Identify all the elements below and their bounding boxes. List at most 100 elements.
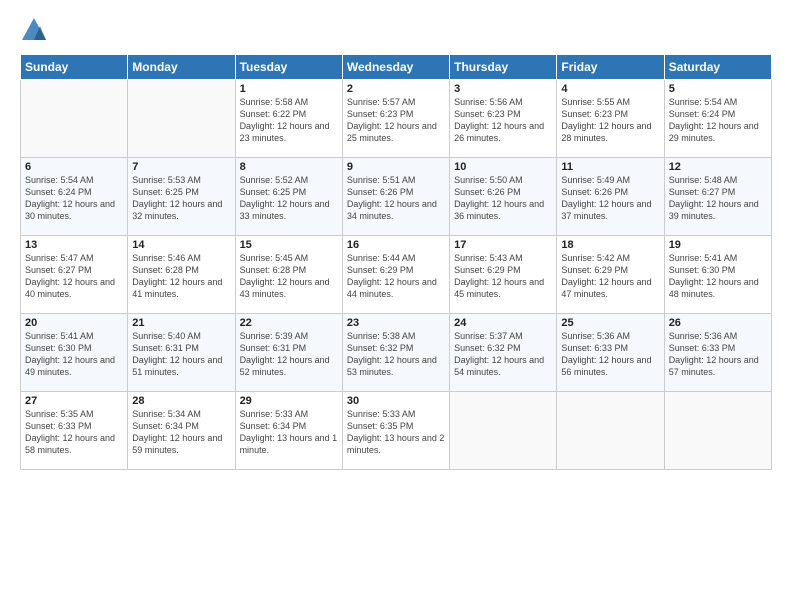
day-number: 7	[132, 161, 230, 173]
weekday-header: Monday	[128, 55, 235, 80]
calendar-cell: 25Sunrise: 5:36 AMSunset: 6:33 PMDayligh…	[557, 314, 664, 392]
day-number: 9	[347, 161, 445, 173]
weekday-header: Sunday	[21, 55, 128, 80]
day-number: 4	[561, 83, 659, 95]
calendar-cell: 12Sunrise: 5:48 AMSunset: 6:27 PMDayligh…	[664, 158, 771, 236]
calendar-header-row: SundayMondayTuesdayWednesdayThursdayFrid…	[21, 55, 772, 80]
calendar-cell: 23Sunrise: 5:38 AMSunset: 6:32 PMDayligh…	[342, 314, 449, 392]
day-number: 1	[240, 83, 338, 95]
day-number: 3	[454, 83, 552, 95]
calendar-cell: 5Sunrise: 5:54 AMSunset: 6:24 PMDaylight…	[664, 80, 771, 158]
day-number: 26	[669, 317, 767, 329]
day-info: Sunrise: 5:57 AMSunset: 6:23 PMDaylight:…	[347, 96, 445, 145]
calendar-cell: 3Sunrise: 5:56 AMSunset: 6:23 PMDaylight…	[450, 80, 557, 158]
day-info: Sunrise: 5:51 AMSunset: 6:26 PMDaylight:…	[347, 174, 445, 223]
day-info: Sunrise: 5:34 AMSunset: 6:34 PMDaylight:…	[132, 408, 230, 457]
day-number: 24	[454, 317, 552, 329]
calendar-cell: 9Sunrise: 5:51 AMSunset: 6:26 PMDaylight…	[342, 158, 449, 236]
day-number: 23	[347, 317, 445, 329]
calendar-cell: 28Sunrise: 5:34 AMSunset: 6:34 PMDayligh…	[128, 392, 235, 470]
logo-icon	[20, 16, 48, 44]
calendar-cell: 29Sunrise: 5:33 AMSunset: 6:34 PMDayligh…	[235, 392, 342, 470]
day-info: Sunrise: 5:53 AMSunset: 6:25 PMDaylight:…	[132, 174, 230, 223]
day-number: 5	[669, 83, 767, 95]
calendar-cell: 14Sunrise: 5:46 AMSunset: 6:28 PMDayligh…	[128, 236, 235, 314]
day-info: Sunrise: 5:49 AMSunset: 6:26 PMDaylight:…	[561, 174, 659, 223]
weekday-header: Saturday	[664, 55, 771, 80]
calendar-cell: 6Sunrise: 5:54 AMSunset: 6:24 PMDaylight…	[21, 158, 128, 236]
calendar-week-row: 20Sunrise: 5:41 AMSunset: 6:30 PMDayligh…	[21, 314, 772, 392]
day-number: 2	[347, 83, 445, 95]
calendar-cell: 26Sunrise: 5:36 AMSunset: 6:33 PMDayligh…	[664, 314, 771, 392]
day-info: Sunrise: 5:54 AMSunset: 6:24 PMDaylight:…	[669, 96, 767, 145]
calendar-cell: 18Sunrise: 5:42 AMSunset: 6:29 PMDayligh…	[557, 236, 664, 314]
day-number: 13	[25, 239, 123, 251]
day-number: 20	[25, 317, 123, 329]
calendar-cell	[128, 80, 235, 158]
calendar-cell: 27Sunrise: 5:35 AMSunset: 6:33 PMDayligh…	[21, 392, 128, 470]
day-number: 10	[454, 161, 552, 173]
day-info: Sunrise: 5:46 AMSunset: 6:28 PMDaylight:…	[132, 252, 230, 301]
calendar-cell: 13Sunrise: 5:47 AMSunset: 6:27 PMDayligh…	[21, 236, 128, 314]
day-info: Sunrise: 5:44 AMSunset: 6:29 PMDaylight:…	[347, 252, 445, 301]
weekday-header: Thursday	[450, 55, 557, 80]
day-info: Sunrise: 5:47 AMSunset: 6:27 PMDaylight:…	[25, 252, 123, 301]
day-info: Sunrise: 5:45 AMSunset: 6:28 PMDaylight:…	[240, 252, 338, 301]
calendar-cell: 10Sunrise: 5:50 AMSunset: 6:26 PMDayligh…	[450, 158, 557, 236]
day-info: Sunrise: 5:36 AMSunset: 6:33 PMDaylight:…	[561, 330, 659, 379]
day-info: Sunrise: 5:39 AMSunset: 6:31 PMDaylight:…	[240, 330, 338, 379]
day-info: Sunrise: 5:33 AMSunset: 6:35 PMDaylight:…	[347, 408, 445, 457]
calendar-cell: 19Sunrise: 5:41 AMSunset: 6:30 PMDayligh…	[664, 236, 771, 314]
day-info: Sunrise: 5:50 AMSunset: 6:26 PMDaylight:…	[454, 174, 552, 223]
day-info: Sunrise: 5:43 AMSunset: 6:29 PMDaylight:…	[454, 252, 552, 301]
day-number: 14	[132, 239, 230, 251]
calendar-cell: 4Sunrise: 5:55 AMSunset: 6:23 PMDaylight…	[557, 80, 664, 158]
calendar-cell: 11Sunrise: 5:49 AMSunset: 6:26 PMDayligh…	[557, 158, 664, 236]
calendar-cell: 8Sunrise: 5:52 AMSunset: 6:25 PMDaylight…	[235, 158, 342, 236]
day-info: Sunrise: 5:33 AMSunset: 6:34 PMDaylight:…	[240, 408, 338, 457]
calendar-cell: 7Sunrise: 5:53 AMSunset: 6:25 PMDaylight…	[128, 158, 235, 236]
day-number: 16	[347, 239, 445, 251]
weekday-header: Tuesday	[235, 55, 342, 80]
calendar-cell	[664, 392, 771, 470]
weekday-header: Wednesday	[342, 55, 449, 80]
day-number: 6	[25, 161, 123, 173]
calendar-week-row: 27Sunrise: 5:35 AMSunset: 6:33 PMDayligh…	[21, 392, 772, 470]
day-info: Sunrise: 5:41 AMSunset: 6:30 PMDaylight:…	[669, 252, 767, 301]
calendar-cell: 20Sunrise: 5:41 AMSunset: 6:30 PMDayligh…	[21, 314, 128, 392]
page: SundayMondayTuesdayWednesdayThursdayFrid…	[0, 0, 792, 612]
calendar-week-row: 6Sunrise: 5:54 AMSunset: 6:24 PMDaylight…	[21, 158, 772, 236]
day-info: Sunrise: 5:41 AMSunset: 6:30 PMDaylight:…	[25, 330, 123, 379]
day-number: 11	[561, 161, 659, 173]
day-info: Sunrise: 5:54 AMSunset: 6:24 PMDaylight:…	[25, 174, 123, 223]
day-number: 18	[561, 239, 659, 251]
calendar-cell: 2Sunrise: 5:57 AMSunset: 6:23 PMDaylight…	[342, 80, 449, 158]
day-info: Sunrise: 5:40 AMSunset: 6:31 PMDaylight:…	[132, 330, 230, 379]
day-number: 8	[240, 161, 338, 173]
calendar-cell	[21, 80, 128, 158]
calendar-cell: 30Sunrise: 5:33 AMSunset: 6:35 PMDayligh…	[342, 392, 449, 470]
day-info: Sunrise: 5:58 AMSunset: 6:22 PMDaylight:…	[240, 96, 338, 145]
calendar-cell: 16Sunrise: 5:44 AMSunset: 6:29 PMDayligh…	[342, 236, 449, 314]
calendar-cell: 15Sunrise: 5:45 AMSunset: 6:28 PMDayligh…	[235, 236, 342, 314]
calendar-cell: 1Sunrise: 5:58 AMSunset: 6:22 PMDaylight…	[235, 80, 342, 158]
day-info: Sunrise: 5:55 AMSunset: 6:23 PMDaylight:…	[561, 96, 659, 145]
calendar-cell	[450, 392, 557, 470]
day-info: Sunrise: 5:48 AMSunset: 6:27 PMDaylight:…	[669, 174, 767, 223]
logo	[20, 16, 52, 44]
calendar-week-row: 1Sunrise: 5:58 AMSunset: 6:22 PMDaylight…	[21, 80, 772, 158]
calendar-week-row: 13Sunrise: 5:47 AMSunset: 6:27 PMDayligh…	[21, 236, 772, 314]
day-info: Sunrise: 5:38 AMSunset: 6:32 PMDaylight:…	[347, 330, 445, 379]
day-number: 25	[561, 317, 659, 329]
day-number: 29	[240, 395, 338, 407]
day-number: 28	[132, 395, 230, 407]
day-number: 22	[240, 317, 338, 329]
day-info: Sunrise: 5:37 AMSunset: 6:32 PMDaylight:…	[454, 330, 552, 379]
day-number: 21	[132, 317, 230, 329]
day-info: Sunrise: 5:42 AMSunset: 6:29 PMDaylight:…	[561, 252, 659, 301]
calendar-cell: 17Sunrise: 5:43 AMSunset: 6:29 PMDayligh…	[450, 236, 557, 314]
day-info: Sunrise: 5:36 AMSunset: 6:33 PMDaylight:…	[669, 330, 767, 379]
calendar-cell: 24Sunrise: 5:37 AMSunset: 6:32 PMDayligh…	[450, 314, 557, 392]
day-number: 12	[669, 161, 767, 173]
calendar-cell: 22Sunrise: 5:39 AMSunset: 6:31 PMDayligh…	[235, 314, 342, 392]
